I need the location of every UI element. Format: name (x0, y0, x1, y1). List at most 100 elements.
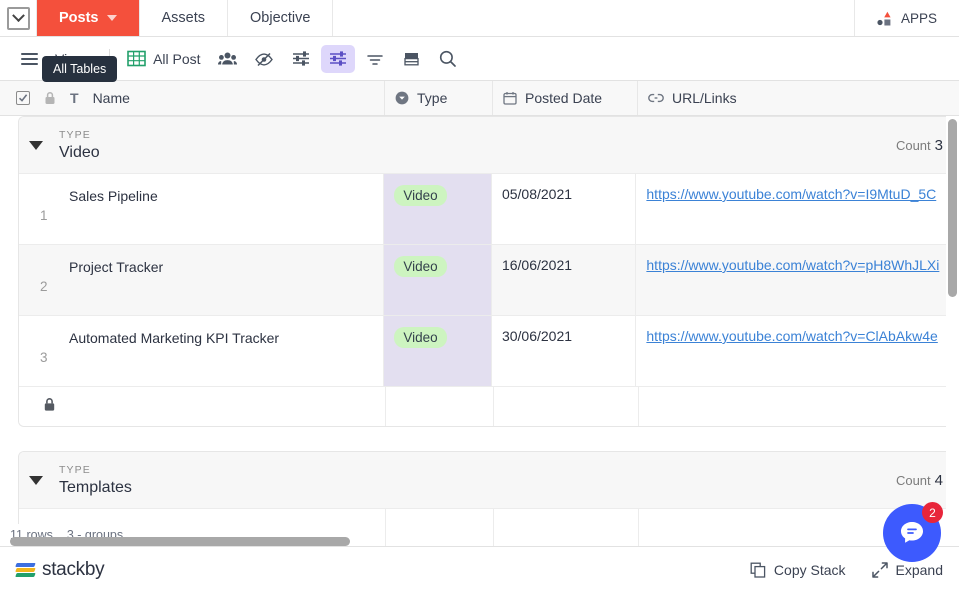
add-row[interactable] (19, 387, 959, 426)
chat-widget-button[interactable]: 2 (883, 502, 943, 562)
tab-assets-label: Assets (161, 10, 206, 26)
table-row[interactable]: 2 Project Tracker Video 16/06/2021 https… (19, 245, 959, 316)
group-count-value: 3 (934, 136, 943, 154)
search-button[interactable] (431, 45, 464, 73)
group-field-label: TYPE (59, 463, 91, 476)
column-header-name-label: Name (92, 90, 130, 106)
toolbar: Views All Post (0, 37, 959, 82)
cell-posted-date[interactable]: 05/08/2021 (492, 174, 637, 244)
row-number: 3 (40, 350, 48, 365)
copy-stack-button[interactable]: Copy Stack (750, 562, 846, 578)
apps-label: APPS (900, 10, 937, 26)
copy-icon (750, 562, 766, 578)
search-icon (439, 50, 456, 67)
expand-label: Expand (895, 561, 943, 578)
group-video: TYPE Video Count 3 1 Sales Pipeline Video… (18, 116, 959, 427)
group-count: Count 3 (896, 137, 943, 154)
row-number: 1 (40, 208, 48, 223)
column-header-type[interactable]: Type (385, 81, 493, 115)
cell-type[interactable]: Video (384, 174, 492, 244)
copy-stack-label: Copy Stack (773, 561, 846, 578)
menu-button[interactable] (14, 45, 45, 73)
group-header[interactable]: TYPE Video Count 3 (19, 117, 959, 174)
cell-name[interactable]: 1 Sales Pipeline (19, 174, 385, 244)
hide-fields-button[interactable] (247, 45, 281, 73)
hide-fields-icon (254, 52, 273, 66)
single-select-icon (395, 91, 409, 105)
grid-header-row: T Name Type Posted Date URL/Links (0, 81, 959, 116)
apps-button[interactable]: APPS (855, 0, 959, 36)
expand-button[interactable]: Expand (871, 561, 943, 578)
filter-button[interactable] (284, 45, 318, 73)
url-link[interactable]: https://www.youtube.com/watch?v=pH8WhJLX… (646, 257, 939, 273)
sidebar-collapse-button[interactable] (0, 0, 37, 36)
text-field-icon: T (70, 90, 79, 106)
group-button[interactable] (320, 44, 355, 73)
lock-icon (19, 387, 69, 426)
table-row[interactable]: 3 Automated Marketing KPI Tracker Video … (19, 316, 959, 387)
sort-icon (366, 54, 383, 65)
collapse-triangle-icon[interactable] (29, 475, 43, 485)
checkbox-checked-icon[interactable] (16, 91, 30, 105)
sort-button[interactable] (358, 45, 392, 73)
vertical-scrollbar-track (946, 116, 959, 546)
group-icon (329, 51, 346, 66)
grid-view-icon (127, 50, 146, 67)
column-header-posted-date[interactable]: Posted Date (493, 81, 638, 115)
cell-name[interactable]: 2 Project Tracker (19, 245, 385, 315)
cell-type[interactable]: Video (384, 245, 492, 315)
row-name-value: Project Tracker (69, 259, 164, 275)
column-header-name[interactable]: T Name (0, 81, 385, 115)
chevron-down-icon[interactable] (106, 15, 117, 21)
group-value: Templates (59, 478, 132, 496)
vertical-scrollbar[interactable] (948, 119, 957, 297)
cell-url[interactable]: https://www.youtube.com/watch?v=ClAbAkw4… (636, 316, 959, 386)
collapse-triangle-icon[interactable] (29, 140, 43, 150)
add-row-date-cell (494, 387, 639, 426)
stackby-logo[interactable]: stackby (15, 558, 105, 581)
view-grid-button[interactable]: All Post (120, 45, 207, 73)
tab-objective[interactable]: Objective (228, 0, 334, 36)
filter-icon (292, 51, 309, 66)
tab-bar-spacer (333, 0, 855, 36)
tab-posts[interactable]: Posts (37, 0, 140, 36)
table-row[interactable]: 1 Sales Pipeline Video 05/08/2021 https:… (19, 174, 959, 245)
url-link[interactable]: https://www.youtube.com/watch?v=ClAbAkw4… (646, 328, 937, 344)
cell-posted-date[interactable]: 30/06/2021 (492, 316, 637, 386)
cell-name[interactable]: 3 Automated Marketing KPI Tracker (19, 316, 385, 386)
top-tab-bar: Posts Assets Objective APPS (0, 0, 959, 37)
group-count: Count 4 (896, 472, 943, 489)
stackby-logo-icon (15, 560, 36, 580)
stackby-logo-text: stackby (42, 558, 105, 580)
calendar-icon (503, 92, 517, 105)
add-row-name-cell (69, 387, 386, 426)
column-header-type-label: Type (417, 90, 448, 106)
cell-url[interactable]: https://www.youtube.com/watch?v=I9MtuD_5… (636, 174, 959, 244)
group-field-label: TYPE (59, 128, 91, 141)
type-badge: Video (394, 256, 447, 277)
url-link[interactable]: https://www.youtube.com/watch?v=I9MtuD_5… (646, 186, 936, 202)
apps-icon (877, 11, 891, 25)
hamburger-icon (21, 52, 38, 65)
group-count-label: Count (895, 472, 931, 488)
cell-url[interactable]: https://www.youtube.com/watch?v=pH8WhJLX… (636, 245, 959, 315)
add-row-date-cell (494, 509, 639, 546)
cell-posted-date[interactable]: 16/06/2021 (492, 245, 637, 315)
grid-body: TYPE Video Count 3 1 Sales Pipeline Video… (0, 116, 959, 546)
tab-assets[interactable]: Assets (140, 0, 229, 36)
collaborators-button[interactable] (211, 45, 244, 73)
row-height-button[interactable] (395, 45, 428, 73)
collaborators-icon (217, 52, 237, 64)
type-badge: Video (394, 327, 447, 348)
chat-unread-badge: 2 (922, 502, 943, 523)
footer-bar: stackby Copy Stack Expand (0, 546, 959, 592)
cell-type[interactable]: Video (384, 316, 492, 386)
chevron-down-icon (6, 6, 30, 30)
column-header-url-links[interactable]: URL/Links (638, 81, 948, 115)
add-row-type-cell (386, 509, 494, 546)
view-name-label: All Post (153, 50, 201, 67)
horizontal-scrollbar[interactable] (10, 537, 350, 546)
group-header[interactable]: TYPE Templates Count 4 (19, 452, 959, 509)
row-height-icon (403, 52, 419, 65)
